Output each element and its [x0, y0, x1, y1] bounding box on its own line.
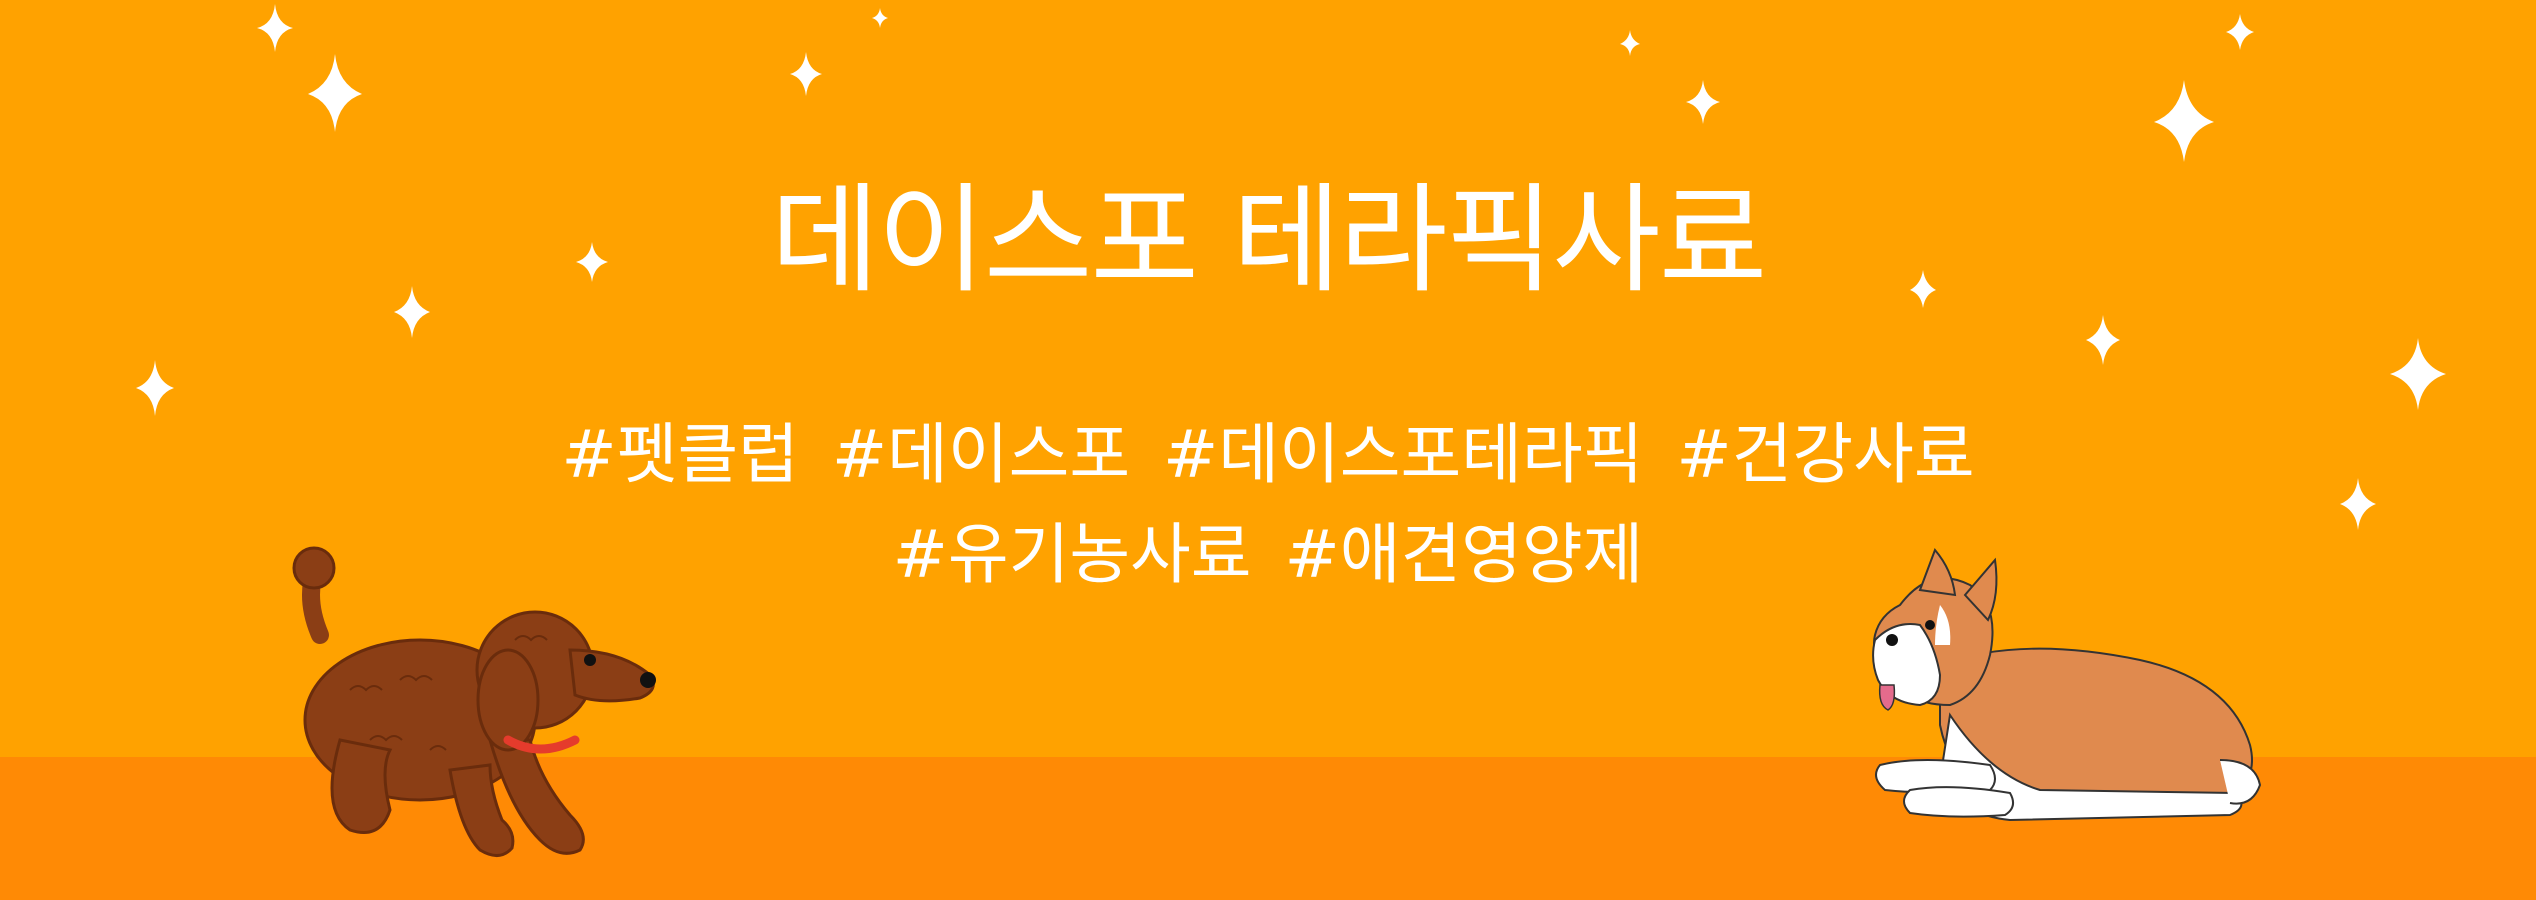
hashtag: #데이스포 — [831, 416, 1131, 493]
banner-title: 데이스포 테라픽사료 — [770, 171, 1768, 309]
hashtag: #애견영양제 — [1284, 516, 1644, 593]
hashtag: #데이스포테라픽 — [1163, 416, 1644, 493]
sparkle-icon — [2154, 80, 2214, 162]
sparkle-icon — [2226, 14, 2254, 50]
sparkle-icon — [2086, 315, 2120, 365]
promo-banner: 데이스포 테라픽사료 #펫클럽 #데이스포 #데이스포테라픽 #건강사료 #유기… — [0, 0, 2536, 900]
hashtag-line: #펫클럽 #데이스포 #데이스포테라픽 #건강사료 — [0, 405, 2536, 505]
hashtag: #유기농사료 — [892, 516, 1252, 593]
poodle-illustration — [292, 546, 656, 857]
sparkle-icon — [257, 4, 293, 52]
sparkle-icon — [790, 52, 822, 96]
corgi-illustration — [1872, 548, 2262, 822]
hashtag: #건강사료 — [1676, 416, 1975, 493]
sparkle-icon — [872, 8, 888, 28]
sparkle-icon — [2390, 338, 2446, 410]
hashtag: #펫클럽 — [561, 416, 799, 493]
sparkle-icon — [1686, 80, 1720, 124]
sparkle-icon — [308, 54, 362, 132]
sparkle-icon — [1620, 30, 1640, 56]
